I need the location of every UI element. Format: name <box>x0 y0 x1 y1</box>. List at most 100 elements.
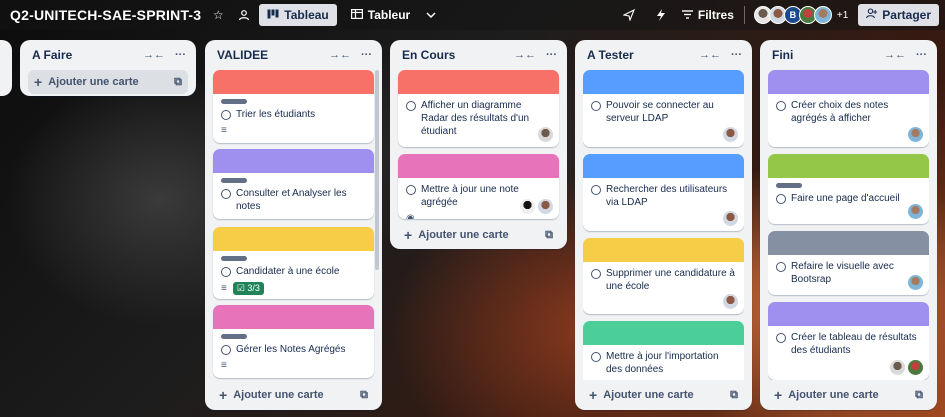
card[interactable]: Afficher un diagramme Radar des résultat… <box>398 70 559 147</box>
template-icon[interactable]: ⧉ <box>915 389 923 402</box>
card-label[interactable] <box>221 99 247 104</box>
card-title: Refaire le visuelle avec Bootsrap <box>791 261 894 285</box>
collapse-icon[interactable]: →← <box>699 49 721 61</box>
card[interactable]: Candidater à une école ≡ ☑ 3/3 <box>213 227 374 299</box>
more-icon[interactable]: ··· <box>916 49 927 61</box>
visibility-icon[interactable] <box>235 6 253 24</box>
card[interactable]: Mettre à jour l'importation des données <box>583 321 744 380</box>
member-avatar[interactable] <box>908 360 923 375</box>
list-title[interactable]: En Cours <box>402 48 504 62</box>
card-label[interactable] <box>776 183 802 188</box>
more-icon[interactable]: ··· <box>731 49 742 61</box>
template-icon[interactable]: ⧉ <box>730 389 738 402</box>
list-title[interactable]: A Faire <box>32 48 133 62</box>
members-extra-count[interactable]: +1 <box>837 10 848 21</box>
list-fini: Fini →← ··· Créer choix des notes agrégé… <box>760 40 937 410</box>
checklist-badge: ☑ 3/3 <box>232 282 264 295</box>
card[interactable]: Gérer les Notes Agrégés ≡ <box>213 305 374 378</box>
card-cover <box>213 149 374 173</box>
add-card-button[interactable]: + Ajouter une carte ⧉ <box>398 223 559 247</box>
complete-checkbox[interactable] <box>221 344 231 355</box>
member-avatar[interactable] <box>908 127 923 142</box>
complete-checkbox[interactable] <box>591 100 601 111</box>
card[interactable]: Pouvoir se connecter au serveur LDAP <box>583 70 744 147</box>
filters-button[interactable]: Filtres <box>681 8 734 22</box>
add-card-button[interactable]: + Ajouter une carte ⧉ <box>28 70 188 94</box>
add-card-button[interactable]: + Ajouter une carte ⧉ <box>583 383 744 407</box>
more-icon[interactable]: ··· <box>361 49 372 61</box>
member-avatar[interactable] <box>723 211 738 226</box>
card-cover <box>213 305 374 329</box>
card[interactable]: Créer le tableau de résultats des étudia… <box>768 302 929 380</box>
card[interactable]: Rechercher des utilisateurs via LDAP <box>583 154 744 231</box>
chevron-down-icon[interactable] <box>422 6 440 24</box>
member-avatar[interactable] <box>723 294 738 309</box>
complete-checkbox[interactable] <box>591 268 601 279</box>
card[interactable]: Supprimer une candidature à une école <box>583 238 744 314</box>
list-validee: VALIDEE →← ··· Trier les étudiants ≡ Con… <box>205 40 382 410</box>
member-avatar[interactable] <box>908 204 923 219</box>
more-icon[interactable]: ··· <box>546 49 557 61</box>
card[interactable]: Refaire le visuelle avec Bootsrap <box>768 231 929 295</box>
collapse-icon[interactable]: →← <box>329 49 351 61</box>
add-card-button[interactable]: + Ajouter une carte ⧉ <box>213 383 374 407</box>
card-label[interactable] <box>221 256 247 261</box>
template-icon[interactable]: ⧉ <box>545 229 553 242</box>
card-title: Trier les étudiants <box>236 109 316 120</box>
board-icon <box>267 8 279 22</box>
filter-icon <box>681 8 693 22</box>
complete-checkbox[interactable] <box>221 188 231 199</box>
complete-checkbox[interactable] <box>406 100 416 111</box>
share-button[interactable]: Partager <box>858 4 939 26</box>
complete-checkbox[interactable] <box>591 351 601 362</box>
list-title[interactable]: Fini <box>772 48 874 62</box>
card[interactable]: Trier les étudiants ≡ <box>213 70 374 143</box>
list-title[interactable]: VALIDEE <box>217 48 319 62</box>
view-tab-table[interactable]: Tableur <box>343 4 418 26</box>
card[interactable]: Faire une page d'accueil <box>768 154 929 224</box>
board-title[interactable]: Q2-UNITECH-SAE-SPRINT-3 <box>10 7 201 23</box>
board-members[interactable]: B <box>753 6 832 24</box>
complete-checkbox[interactable] <box>776 332 786 343</box>
member-avatar[interactable] <box>723 127 738 142</box>
view-tab-board[interactable]: Tableau <box>259 4 337 26</box>
list-scrollbar[interactable] <box>375 70 379 270</box>
template-icon[interactable]: ⧉ <box>360 389 368 402</box>
plus-icon: + <box>34 74 43 90</box>
member-avatar[interactable] <box>538 199 553 214</box>
member-avatar[interactable] <box>890 360 905 375</box>
card-label[interactable] <box>221 178 247 183</box>
card-label[interactable] <box>221 334 247 339</box>
complete-checkbox[interactable] <box>406 184 416 195</box>
star-icon[interactable]: ☆ <box>209 6 227 24</box>
complete-checkbox[interactable] <box>591 184 601 195</box>
complete-checkbox[interactable] <box>776 261 786 272</box>
list-en-cours: En Cours →← ··· Afficher un diagramme Ra… <box>390 40 567 249</box>
template-icon[interactable]: ⧉ <box>174 76 182 89</box>
more-icon[interactable]: ··· <box>175 49 186 61</box>
member-avatar[interactable] <box>908 275 923 290</box>
card-title: Mettre à jour l'importation des données <box>606 351 719 375</box>
list-title[interactable]: A Tester <box>587 48 689 62</box>
complete-checkbox[interactable] <box>776 193 786 204</box>
member-avatar[interactable] <box>813 6 832 24</box>
collapse-icon[interactable]: →← <box>884 49 906 61</box>
card[interactable]: Mettre à jour une note agrégée ◉ <box>398 154 559 219</box>
complete-checkbox[interactable] <box>221 109 231 120</box>
paper-plane-icon[interactable] <box>620 6 638 24</box>
card-title: Consulter et Analyser les notes <box>236 188 347 212</box>
card-title: Pouvoir se connecter au serveur LDAP <box>606 100 714 124</box>
description-icon: ≡ <box>221 360 227 371</box>
collapse-icon[interactable]: →← <box>143 49 165 61</box>
complete-checkbox[interactable] <box>221 266 231 277</box>
add-card-label: Ajouter une carte <box>418 229 509 241</box>
member-avatar[interactable] <box>538 127 553 142</box>
add-card-button[interactable]: + Ajouter une carte ⧉ <box>768 383 929 407</box>
complete-checkbox[interactable] <box>776 100 786 111</box>
member-avatar[interactable] <box>520 199 535 214</box>
lightning-icon[interactable] <box>652 6 670 24</box>
card[interactable]: Consulter et Analyser les notes ≡ <box>213 149 374 219</box>
collapse-icon[interactable]: →← <box>514 49 536 61</box>
card[interactable]: Créer choix des notes agrégés à afficher <box>768 70 929 147</box>
watch-icon: ◉ <box>406 213 415 219</box>
